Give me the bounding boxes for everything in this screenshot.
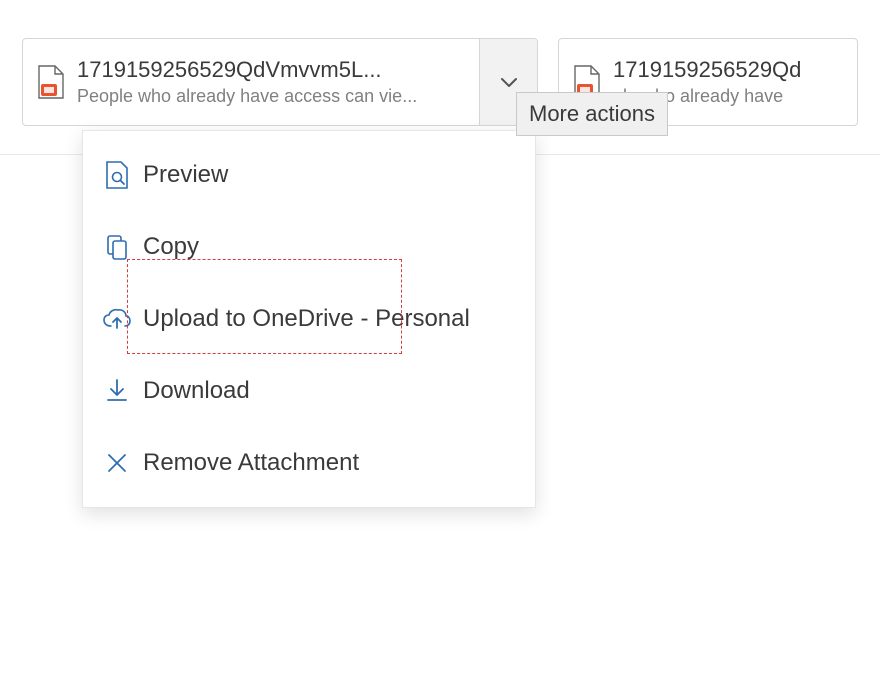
attachment-filename: 1719159256529QdVmvvm5L... <box>77 56 471 85</box>
close-icon <box>97 452 137 474</box>
menu-item-label: Download <box>143 377 250 405</box>
preview-icon <box>97 160 137 190</box>
menu-item-label: Copy <box>143 233 199 261</box>
menu-item-label: Remove Attachment <box>143 449 359 477</box>
powerpoint-file-icon <box>23 64 77 100</box>
menu-item-download[interactable]: Download <box>83 355 535 427</box>
menu-item-copy[interactable]: Copy <box>83 211 535 283</box>
menu-item-label: Preview <box>143 161 228 189</box>
copy-icon <box>97 233 137 261</box>
cloud-upload-icon <box>97 308 137 330</box>
attachment-info: 1719159256529QdVmvvm5L... People who alr… <box>77 56 479 108</box>
attachment-access: People who already have access can vie..… <box>77 85 471 108</box>
tooltip-more-actions: More actions <box>516 92 668 136</box>
chevron-down-icon <box>497 70 521 94</box>
menu-item-preview[interactable]: Preview <box>83 139 535 211</box>
menu-item-remove-attachment[interactable]: Remove Attachment <box>83 427 535 499</box>
menu-item-label: Upload to OneDrive - Personal <box>143 305 470 333</box>
context-menu: Preview Copy Upload to OneDrive - Person… <box>82 130 536 508</box>
attachment-card[interactable]: 1719159256529QdVmvvm5L... People who alr… <box>22 38 538 126</box>
download-icon <box>97 378 137 404</box>
attachment-filename: 1719159256529Qd <box>613 56 849 85</box>
menu-item-upload-onedrive[interactable]: Upload to OneDrive - Personal <box>83 283 535 355</box>
